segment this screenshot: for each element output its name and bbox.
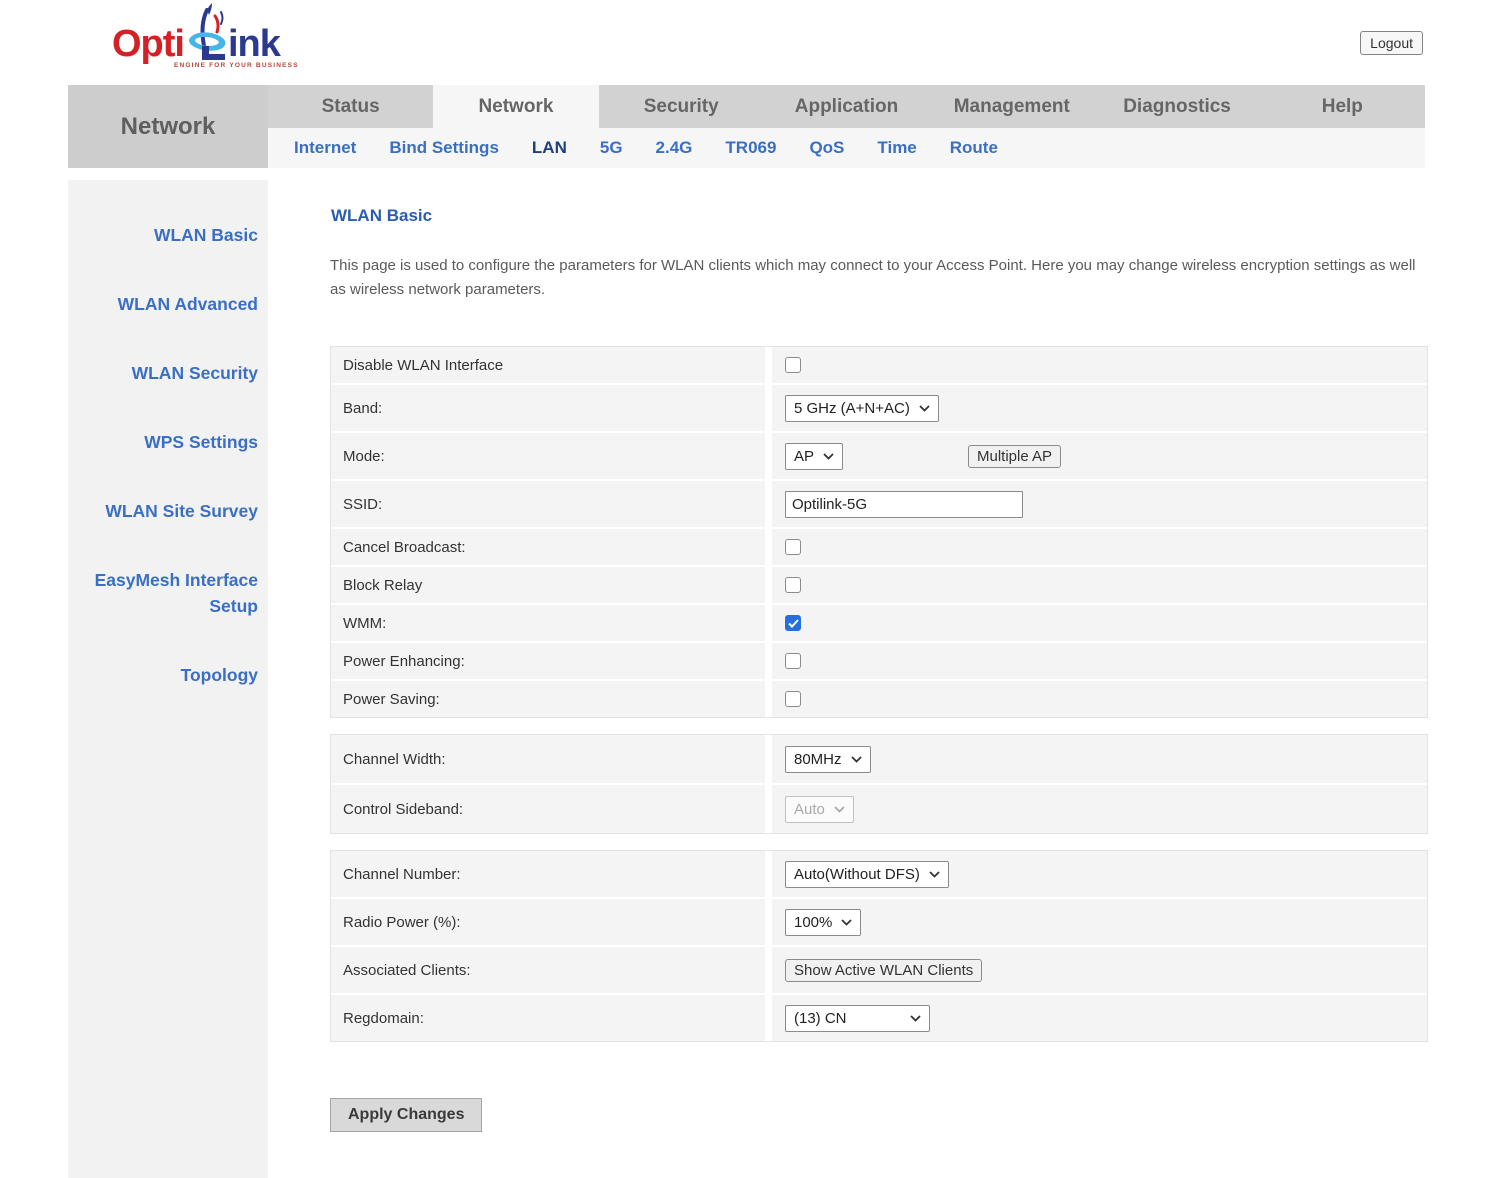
content-area: WLAN Basic WLAN Advanced WLAN Security W… <box>68 180 1500 1178</box>
ssid-label: SSID: <box>331 481 765 527</box>
sidebar-item-wlan-basic[interactable]: WLAN Basic <box>68 222 258 248</box>
page-title: WLAN Basic <box>331 206 1428 226</box>
sidebar-item-wlan-security[interactable]: WLAN Security <box>68 360 258 386</box>
header: Opti ink ENGINE FOR YOUR BUSINESS Logout <box>0 0 1500 85</box>
logo: Opti ink ENGINE FOR YOUR BUSINESS <box>112 2 299 69</box>
tab-diagnostics[interactable]: Diagnostics <box>1094 85 1259 128</box>
regdomain-label: Regdomain: <box>331 995 765 1041</box>
logo-text-opti: Opti <box>112 24 184 64</box>
block-relay-label: Block Relay <box>331 567 765 603</box>
subnav-lan[interactable]: LAN <box>532 138 567 158</box>
subnav-qos[interactable]: QoS <box>809 138 844 158</box>
subnav-bind-settings[interactable]: Bind Settings <box>389 138 499 158</box>
mode-label: Mode: <box>331 433 765 479</box>
tab-application[interactable]: Application <box>764 85 929 128</box>
table-row: Mode: AP Multiple AP <box>331 433 1427 479</box>
table-row: Control Sideband: Auto <box>331 785 1427 833</box>
table-row: Power Enhancing: <box>331 643 1427 679</box>
radio-power-label: Radio Power (%): <box>331 899 765 945</box>
radio-power-select[interactable]: 100% <box>785 909 861 936</box>
power-enhancing-label: Power Enhancing: <box>331 643 765 679</box>
subnav-time[interactable]: Time <box>877 138 916 158</box>
chevron-down-icon <box>919 405 930 412</box>
block-relay-checkbox[interactable] <box>785 577 801 593</box>
tab-network[interactable]: Network <box>433 85 598 128</box>
power-saving-checkbox[interactable] <box>785 691 801 707</box>
tab-management[interactable]: Management <box>929 85 1094 128</box>
sidebar-item-topology[interactable]: Topology <box>68 662 258 688</box>
table-row: Channel Number: Auto(Without DFS) <box>331 851 1427 897</box>
chevron-down-icon <box>841 919 852 926</box>
power-saving-label: Power Saving: <box>331 681 765 717</box>
subnav-5g[interactable]: 5G <box>600 138 623 158</box>
subnav-internet[interactable]: Internet <box>294 138 356 158</box>
ssid-input[interactable] <box>785 491 1023 518</box>
chevron-down-icon <box>929 871 940 878</box>
wmm-checkbox[interactable] <box>785 615 801 631</box>
wmm-label: WMM: <box>331 605 765 641</box>
chevron-down-icon <box>851 756 862 763</box>
disable-wlan-checkbox[interactable] <box>785 357 801 373</box>
cancel-broadcast-checkbox[interactable] <box>785 539 801 555</box>
sidebar-item-easymesh-interface-setup[interactable]: EasyMesh Interface Setup <box>68 567 258 619</box>
page-description: This page is used to configure the param… <box>330 254 1428 302</box>
tab-security[interactable]: Security <box>599 85 764 128</box>
table-row: Cancel Broadcast: <box>331 529 1427 565</box>
table-row: Regdomain: (13) CN <box>331 995 1427 1041</box>
table-row: Block Relay <box>331 567 1427 603</box>
main-panel: WLAN Basic This page is used to configur… <box>330 180 1428 1178</box>
channel-width-select[interactable]: 80MHz <box>785 746 871 773</box>
chevron-down-icon <box>823 453 834 460</box>
channel-number-select[interactable]: Auto(Without DFS) <box>785 861 949 888</box>
tab-status[interactable]: Status <box>268 85 433 128</box>
sub-nav: Internet Bind Settings LAN 5G 2.4G TR069… <box>268 128 1425 168</box>
chevron-down-icon <box>834 806 845 813</box>
mode-select[interactable]: AP <box>785 443 843 470</box>
channel-width-label: Channel Width: <box>331 735 765 783</box>
channel-width-table: Channel Width: 80MHz Control Sideband: A… <box>330 734 1428 834</box>
control-sideband-select: Auto <box>785 796 854 823</box>
table-row: Radio Power (%): 100% <box>331 899 1427 945</box>
associated-clients-label: Associated Clients: <box>331 947 765 993</box>
main-nav-tabs: Status Network Security Application Mana… <box>268 85 1425 128</box>
apply-changes-button[interactable]: Apply Changes <box>330 1098 482 1132</box>
wlan-settings-table: Disable WLAN Interface Band: 5 GHz (A+N+… <box>330 346 1428 718</box>
table-row: WMM: <box>331 605 1427 641</box>
channel-number-label: Channel Number: <box>331 851 765 897</box>
logout-button[interactable]: Logout <box>1360 31 1423 55</box>
table-row: Disable WLAN Interface <box>331 347 1427 383</box>
band-select[interactable]: 5 GHz (A+N+AC) <box>785 395 939 422</box>
table-row: SSID: <box>331 481 1427 527</box>
channel-number-table: Channel Number: Auto(Without DFS) Radio … <box>330 850 1428 1042</box>
sidebar-item-wlan-site-survey[interactable]: WLAN Site Survey <box>68 498 258 524</box>
sidebar: WLAN Basic WLAN Advanced WLAN Security W… <box>68 180 268 1178</box>
show-active-wlan-clients-button[interactable]: Show Active WLAN Clients <box>785 959 982 982</box>
regdomain-select[interactable]: (13) CN <box>785 1005 930 1032</box>
control-sideband-label: Control Sideband: <box>331 785 765 833</box>
sidebar-item-wlan-advanced[interactable]: WLAN Advanced <box>68 291 258 317</box>
tab-help[interactable]: Help <box>1260 85 1425 128</box>
table-row: Band: 5 GHz (A+N+AC) <box>331 385 1427 431</box>
band-label: Band: <box>331 385 765 431</box>
navigation-bar: Network Status Network Security Applicat… <box>68 85 1425 168</box>
subnav-2-4g[interactable]: 2.4G <box>656 138 693 158</box>
sidebar-item-wps-settings[interactable]: WPS Settings <box>68 429 258 455</box>
logo-glyph-icon <box>185 2 231 64</box>
subnav-route[interactable]: Route <box>950 138 998 158</box>
multiple-ap-button[interactable]: Multiple AP <box>968 445 1061 468</box>
logo-text-ink: ink <box>228 24 280 64</box>
disable-wlan-label: Disable WLAN Interface <box>331 347 765 383</box>
subnav-tr069[interactable]: TR069 <box>725 138 776 158</box>
table-row: Associated Clients: Show Active WLAN Cli… <box>331 947 1427 993</box>
table-row: Power Saving: <box>331 681 1427 717</box>
chevron-down-icon <box>910 1015 921 1022</box>
cancel-broadcast-label: Cancel Broadcast: <box>331 529 765 565</box>
logo-tagline: ENGINE FOR YOUR BUSINESS <box>174 62 299 69</box>
table-row: Channel Width: 80MHz <box>331 735 1427 783</box>
power-enhancing-checkbox[interactable] <box>785 653 801 669</box>
section-label: Network <box>68 85 268 168</box>
